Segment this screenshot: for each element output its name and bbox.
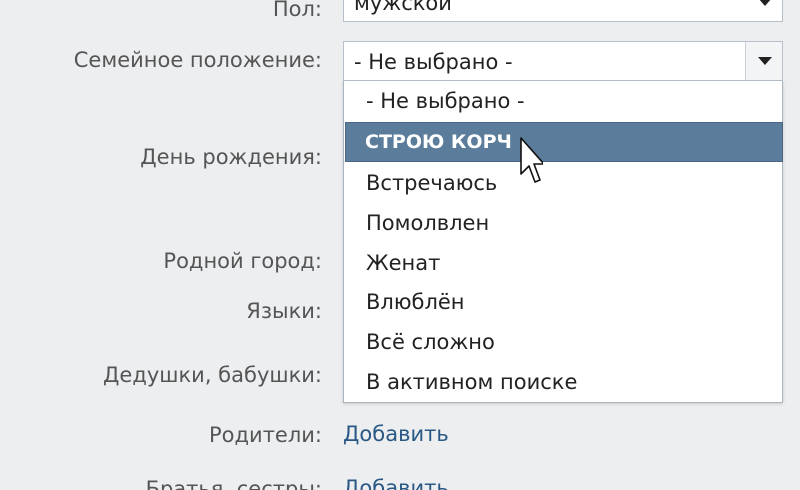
hometown-label: Родной город:: [163, 249, 322, 273]
dropdown-option[interactable]: Помолвлен: [344, 203, 782, 243]
birthday-label: День рождения:: [140, 145, 322, 169]
dropdown-option[interactable]: - Не выбрано -: [344, 81, 782, 121]
dropdown-option[interactable]: Всё сложно: [344, 322, 782, 362]
dropdown-option[interactable]: Встречаюсь: [344, 163, 782, 203]
marital-status-dropdown: - Не выбрано - СТРОЮ КОРЧ Встречаюсь Пом…: [343, 81, 783, 403]
marital-status-select[interactable]: - Не выбрано -: [343, 41, 783, 81]
parents-label: Родители:: [209, 423, 322, 447]
chevron-down-icon: [758, 0, 772, 6]
marital-status-select-value: - Не выбрано -: [354, 50, 513, 74]
marital-status-select-arrow[interactable]: [745, 42, 782, 80]
mouse-pointer-icon: [520, 137, 543, 183]
gender-select-value: мужской: [354, 0, 452, 15]
marital-status-label: Семейное положение:: [73, 48, 322, 72]
dropdown-option-highlighted[interactable]: СТРОЮ КОРЧ: [345, 122, 783, 162]
parents-add-link[interactable]: Добавить: [343, 422, 449, 446]
gender-select[interactable]: мужской: [343, 0, 783, 22]
gender-select-arrow[interactable]: [746, 0, 782, 21]
languages-label: Языки:: [246, 299, 322, 323]
gender-label: Пол:: [272, 0, 322, 21]
siblings-add-link[interactable]: Добавить: [343, 476, 449, 490]
dropdown-option[interactable]: Влюблён: [344, 282, 782, 322]
profile-edit-form: Пол: мужской Семейное положение: - Не вы…: [0, 0, 800, 490]
siblings-label: Братья, сестры:: [145, 477, 322, 490]
dropdown-option[interactable]: Женат: [344, 243, 782, 283]
chevron-down-icon: [758, 57, 772, 65]
dropdown-option[interactable]: В активном поиске: [344, 362, 782, 402]
grandparents-label: Дедушки, бабушки:: [103, 363, 322, 387]
